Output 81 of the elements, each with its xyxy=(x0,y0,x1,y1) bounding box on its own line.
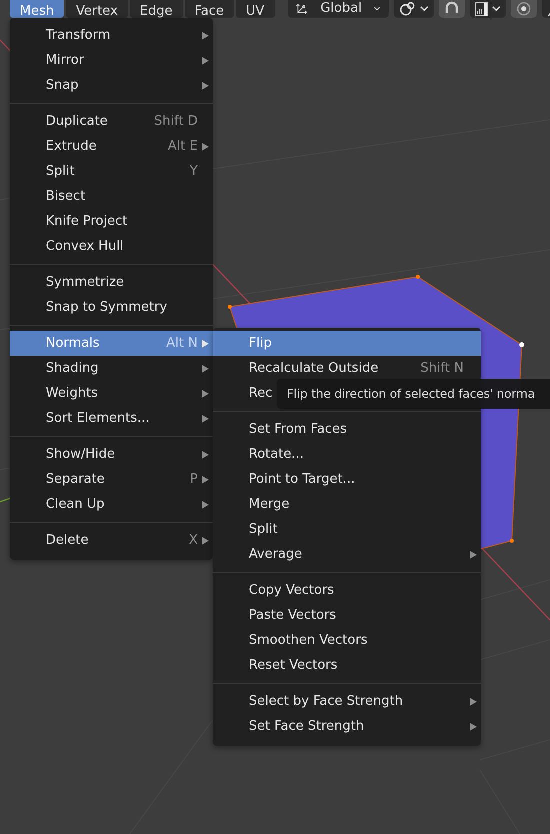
shortcut-label: Shift D xyxy=(154,114,198,129)
item-label: Point to Target... xyxy=(249,472,356,487)
shortcut-label: P xyxy=(190,472,198,487)
menu-item[interactable]: Set From Faces xyxy=(213,417,481,442)
item-label: Knife Project xyxy=(46,214,128,229)
menu-item[interactable]: Mirror xyxy=(10,48,213,73)
menu-item[interactable]: Split xyxy=(213,517,481,542)
menu-tab[interactable]: Vertex xyxy=(66,0,128,18)
item-label: Select by Face Strength xyxy=(249,694,404,709)
item-label: Recalculate Outside xyxy=(249,361,379,376)
menu-item[interactable]: Separate P xyxy=(10,467,213,492)
item-label: Shading xyxy=(46,361,99,376)
menu-tab[interactable]: Mesh xyxy=(10,0,64,18)
shortcut-label: Alt E xyxy=(168,139,198,154)
item-label: Duplicate xyxy=(46,114,108,129)
item-label: Flip xyxy=(249,336,272,351)
menu-item[interactable]: Smoothen Vectors xyxy=(213,628,481,653)
item-label: Set From Faces xyxy=(249,422,347,437)
orientation-dropdown[interactable]: Global xyxy=(288,0,389,18)
item-label: Symmetrize xyxy=(46,275,124,290)
menu-item[interactable]: Select by Face Strength xyxy=(213,689,481,714)
shortcut-label: Alt N xyxy=(166,336,198,351)
menu-item[interactable]: Paste Vectors xyxy=(213,603,481,628)
menu-item[interactable]: Flip xyxy=(213,331,481,356)
item-label: Paste Vectors xyxy=(249,608,336,623)
menu-item[interactable]: Knife Project xyxy=(10,209,213,234)
menu-item[interactable]: Convex Hull xyxy=(10,234,213,259)
item-label: Mirror xyxy=(46,53,84,68)
menu-item[interactable]: Normals Alt N xyxy=(10,331,213,356)
item-label: Split xyxy=(249,522,278,537)
menu-item[interactable]: Recalculate Outside Shift N xyxy=(213,356,481,381)
item-label: Convex Hull xyxy=(46,239,124,254)
orientation-label: Global xyxy=(320,1,362,16)
item-label: Normals xyxy=(46,336,100,351)
menu-item[interactable]: Snap xyxy=(10,73,213,98)
menu-item[interactable]: Clean Up xyxy=(10,492,213,517)
item-label: Merge xyxy=(249,497,290,512)
item-label: Sort Elements... xyxy=(46,411,150,426)
item-label: Split xyxy=(46,164,75,179)
menu-item[interactable]: Weights xyxy=(10,381,213,406)
item-label: Weights xyxy=(46,386,98,401)
item-label: Snap to Symmetry xyxy=(46,300,168,315)
item-label: Bisect xyxy=(46,189,86,204)
menu-item[interactable]: Shading xyxy=(10,356,213,381)
menu-item[interactable]: Extrude Alt E xyxy=(10,134,213,159)
item-label: Separate xyxy=(46,472,105,487)
shortcut-label: Shift N xyxy=(420,361,464,376)
menu-item[interactable]: Show/Hide xyxy=(10,442,213,467)
item-label: Copy Vectors xyxy=(249,583,334,598)
item-label: Transform xyxy=(46,28,111,43)
menu-item[interactable]: Duplicate Shift D xyxy=(10,109,213,134)
item-label: Snap xyxy=(46,78,79,93)
menu-item[interactable]: Split Y xyxy=(10,159,213,184)
menu-item[interactable]: Set Face Strength xyxy=(213,714,481,739)
menu-item[interactable]: Point to Target... xyxy=(213,467,481,492)
menu-tab[interactable]: Face xyxy=(184,0,234,18)
menu-item[interactable]: Copy Vectors xyxy=(213,578,481,603)
menu-item[interactable]: Symmetrize xyxy=(10,270,213,295)
menu-item[interactable]: Reset Vectors xyxy=(213,653,481,678)
tooltip-text: Flip the direction of selected faces' norma xyxy=(287,387,536,401)
menu-item[interactable]: Bisect xyxy=(10,184,213,209)
menu-tab[interactable]: Edge xyxy=(130,0,183,18)
item-label: Average xyxy=(249,547,302,562)
item-label: Delete xyxy=(46,533,89,548)
item-label: Reset Vectors xyxy=(249,658,338,673)
item-label: Clean Up xyxy=(46,497,105,512)
menu-item[interactable]: Merge xyxy=(213,492,481,517)
menu-item[interactable]: Snap to Symmetry xyxy=(10,295,213,320)
item-label: Set Face Strength xyxy=(249,719,364,734)
menu-item[interactable]: Average xyxy=(213,542,481,567)
item-label: Smoothen Vectors xyxy=(249,633,368,648)
shortcut-label: X xyxy=(189,533,198,548)
item-label: Show/Hide xyxy=(46,447,116,462)
menu-item[interactable]: Transform xyxy=(10,23,213,48)
menu-item[interactable]: Sort Elements... xyxy=(10,406,213,431)
item-label: Extrude xyxy=(46,139,97,154)
item-label: Rotate... xyxy=(249,447,304,462)
shortcut-label: Y xyxy=(190,164,198,179)
menu-item[interactable]: Rotate... xyxy=(213,442,481,467)
menu-item[interactable]: Delete X xyxy=(10,528,213,553)
menu-tab[interactable]: UV xyxy=(236,0,275,18)
